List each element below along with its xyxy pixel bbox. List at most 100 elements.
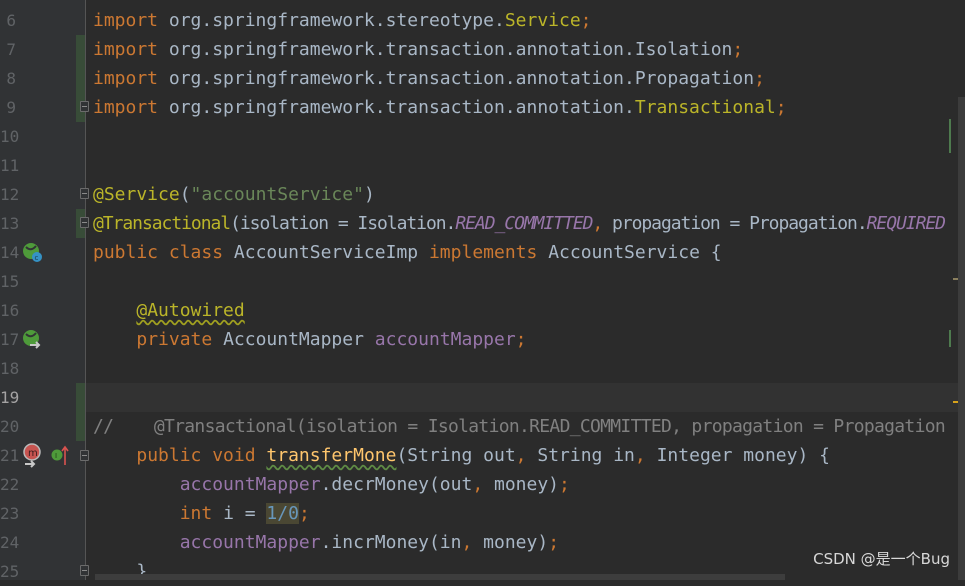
- code-line[interactable]: @Transactional(isolation = Isolation.REA…: [93, 209, 946, 238]
- code-token: AccountMapper: [223, 329, 375, 350]
- code-line[interactable]: import org.springframework.transaction.a…: [93, 35, 743, 64]
- svg-text:c: c: [35, 254, 39, 262]
- code-token: ;: [580, 10, 592, 31]
- code-token: import: [93, 97, 169, 118]
- code-line[interactable]: import org.springframework.transaction.a…: [93, 64, 765, 93]
- code-token: ;: [298, 503, 310, 524]
- current-line-highlight: [86, 383, 965, 412]
- code-token: money): [494, 474, 560, 495]
- code-token: implements: [428, 242, 549, 263]
- code-token: propagation = Propagation.: [612, 213, 868, 234]
- code-token: public class: [93, 242, 234, 263]
- line-number: 10: [0, 127, 20, 146]
- fold-marker-icon[interactable]: [80, 217, 89, 228]
- code-token: accountMapper: [374, 329, 516, 350]
- vertical-scrollbar[interactable]: [958, 97, 965, 580]
- code-token: ,: [472, 474, 494, 495]
- line-number: 6: [6, 11, 16, 30]
- code-token: ,: [461, 532, 484, 553]
- scroll-change-marker[interactable]: [949, 330, 951, 347]
- code-token: import: [93, 39, 169, 60]
- code-token: .incrMoney(in: [320, 532, 462, 553]
- code-token: ,: [592, 213, 613, 234]
- code-line[interactable]: }: [93, 557, 147, 586]
- spring-autowired-navigate-icon[interactable]: [22, 329, 44, 351]
- fold-marker-icon[interactable]: [80, 450, 89, 461]
- code-token: REQUIRED: [866, 213, 946, 234]
- watermark: CSDN @是一个Bug: [813, 550, 950, 568]
- spring-bean-class-icon[interactable]: c: [22, 242, 44, 264]
- code-token: String in: [537, 445, 635, 466]
- line-number: 14: [0, 243, 20, 262]
- code-token: ;: [754, 68, 765, 89]
- code-token: org.springframework.transaction.annotati…: [168, 68, 755, 89]
- code-token: org.springframework.transaction.annotati…: [168, 97, 635, 118]
- line-number: 21: [0, 446, 20, 465]
- implements-method-icon[interactable]: I: [50, 445, 70, 467]
- code-line[interactable]: // @Transactional(isolation = Isolation.…: [93, 412, 946, 441]
- code-token: ;: [775, 97, 787, 118]
- code-line[interactable]: import org.springframework.transaction.a…: [93, 93, 787, 122]
- code-token: accountMapper: [179, 532, 321, 553]
- code-line[interactable]: int i = 1/0;: [93, 499, 310, 528]
- code-line[interactable]: accountMapper.incrMoney(in, money);: [93, 528, 559, 557]
- code-token: i =: [223, 503, 267, 524]
- code-token: ;: [559, 474, 570, 495]
- line-number: 12: [0, 185, 20, 204]
- code-token: ): [363, 184, 375, 205]
- line-number: 16: [0, 301, 20, 320]
- code-token: ;: [732, 39, 744, 60]
- line-number: 8: [6, 69, 16, 88]
- line-number: 9: [6, 98, 16, 117]
- code-token: Integer money) {: [656, 445, 830, 466]
- fold-marker-icon[interactable]: [80, 188, 89, 199]
- code-line[interactable]: @Autowired: [93, 296, 245, 325]
- transactional-method-icon[interactable]: m: [22, 442, 44, 468]
- line-number: 23: [0, 504, 20, 523]
- code-token: int: [179, 503, 224, 524]
- change-marker: [76, 383, 85, 441]
- line-number: 7: [6, 40, 16, 59]
- code-token: AccountServiceImp: [233, 242, 429, 263]
- code-line[interactable]: accountMapper.decrMoney(out, money);: [93, 470, 570, 499]
- code-token: transferMone: [266, 445, 397, 466]
- fold-marker-icon[interactable]: [80, 101, 89, 112]
- code-token: org.springframework.stereotype.: [168, 10, 505, 31]
- code-token: Service: [504, 10, 581, 31]
- code-token: isolation: [239, 213, 329, 234]
- line-number: 22: [0, 475, 20, 494]
- code-token: = Isolation.: [328, 213, 457, 234]
- gutter-divider: [85, 0, 86, 580]
- line-number: 18: [0, 359, 20, 378]
- code-line[interactable]: import org.springframework.stereotype.Se…: [93, 6, 592, 35]
- fold-marker-icon[interactable]: [80, 565, 89, 576]
- line-number: 11: [0, 156, 20, 175]
- code-token: accountMapper: [179, 474, 321, 495]
- code-token: ;: [515, 329, 527, 350]
- scroll-change-marker[interactable]: [949, 119, 951, 153]
- code-line[interactable]: private AccountMapper accountMapper;: [93, 325, 527, 354]
- code-token: org.springframework.transaction.annotati…: [168, 39, 733, 60]
- code-line[interactable]: @Service("accountService"): [93, 180, 375, 209]
- code-token: // @Transactional(isolation = Isolation.…: [93, 416, 946, 437]
- code-token: private: [136, 329, 224, 350]
- code-token: @Transactional: [93, 213, 231, 234]
- code-line[interactable]: public void transferMone(String out, Str…: [93, 441, 830, 470]
- code-line[interactable]: public class AccountServiceImp implement…: [93, 238, 722, 267]
- code-token: @Service: [93, 184, 180, 205]
- code-token: (: [230, 213, 241, 234]
- line-number: 17: [0, 330, 20, 349]
- code-token: import: [93, 68, 169, 89]
- code-token: ,: [634, 445, 657, 466]
- code-token: @Autowired: [136, 300, 245, 321]
- code-token: "accountService": [190, 184, 364, 205]
- svg-text:m: m: [28, 448, 38, 459]
- line-number: 20: [0, 417, 20, 436]
- horizontal-scrollbar[interactable]: [95, 574, 785, 580]
